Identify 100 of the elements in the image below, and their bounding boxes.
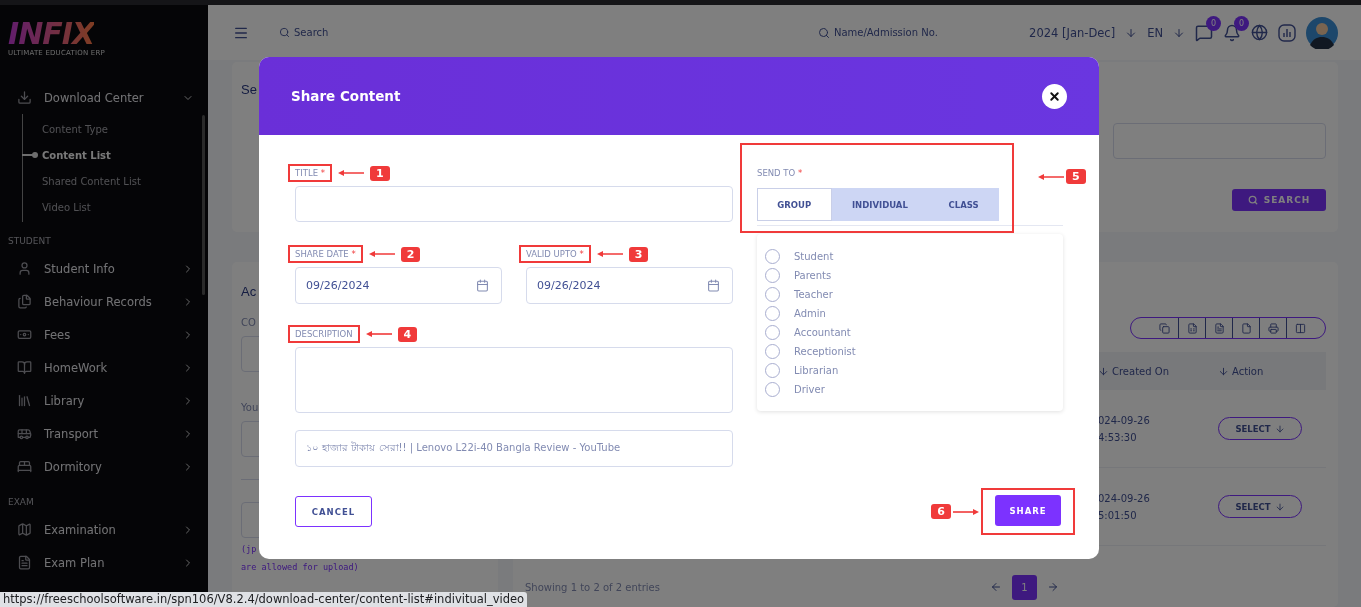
send-to-tab[interactable]: INDIVIDUAL [831,188,929,221]
files-icon [17,294,32,309]
close-icon [1048,89,1061,103]
role-label: Receptionist [794,345,856,357]
map-icon [17,522,32,537]
role-label: Student [794,250,834,262]
role-label: Parents [794,269,832,281]
step-badge: 1 [369,165,390,181]
nav-item[interactable]: Fees [0,318,208,351]
radio-button[interactable] [765,324,780,340]
pointer-arrow [365,330,392,338]
previous-icon[interactable] [989,581,1002,593]
step-badge: 4 [397,326,418,342]
submenu-item[interactable]: Shared Content List [23,168,208,194]
globe-icon[interactable] [1251,24,1268,41]
nav-item[interactable]: Transport [0,417,208,450]
search-field[interactable]: Search [294,27,329,38]
field-label: TITLE * [288,164,332,182]
nav-label: Transport [44,426,99,441]
avatar[interactable] [1306,16,1338,49]
nav-item[interactable]: Student Info [0,252,208,285]
search-icon [279,27,290,38]
file-icon[interactable] [1240,322,1252,334]
send-to-tab[interactable]: GROUP [757,188,832,221]
scrollbar[interactable] [202,115,205,295]
bell-icon[interactable] [1223,23,1241,42]
role-label: Teacher [794,288,833,300]
nav-item[interactable]: Examination [0,513,208,546]
card-title: Se [241,82,257,97]
url-input[interactable]: ১০ হাজার টাকায় সেরা!! | Lenovo L22i-40 Bangla Review - YouTube [295,430,733,467]
download-icon [17,90,32,105]
status-url: https://freeschoolsoftware.in/spn106/V8.2.4/download-center/content-list#indivitual_video [0,592,528,607]
banknote-icon [17,327,32,342]
sort-icon[interactable] [1098,365,1109,377]
date-input[interactable]: 09/26/2024 [526,267,733,304]
arrow-down-icon [1274,423,1285,434]
radio-button[interactable] [765,248,780,264]
send-to-tab[interactable]: CLASS [928,188,999,221]
nav-item[interactable]: Download Center [0,81,208,114]
submenu-item[interactable]: Content Type [23,116,208,142]
page-button[interactable]: 1 [1011,574,1037,600]
role-label: Driver [794,383,825,395]
close-button[interactable] [1042,83,1067,109]
document-icon[interactable] [1213,322,1225,334]
session-select[interactable]: 2024 [Jan-Dec] [1029,25,1116,40]
calendar-icon[interactable] [476,279,489,292]
radio-button[interactable] [765,267,780,283]
step-badge: 6 [931,504,951,519]
role-label: Admin [794,307,826,319]
language-select[interactable]: EN [1147,25,1163,40]
calendar-icon[interactable] [707,279,720,292]
pointer-arrow [337,169,364,177]
radio-button[interactable] [765,305,780,321]
nav-item[interactable]: Behaviour Records [0,285,208,318]
nav-label: Exam Plan [44,555,106,570]
submenu-item[interactable]: Video List [23,194,208,220]
message-icon[interactable] [1195,23,1213,42]
printer-icon[interactable] [1267,322,1279,334]
table-cell-text: 5:01:50 [1098,509,1138,521]
chart-icon[interactable] [1278,23,1296,42]
document-icon [17,555,32,570]
nav-item[interactable]: Exam Plan [0,546,208,579]
next-icon[interactable] [1046,581,1059,593]
copy-icon[interactable] [1159,322,1170,334]
nav-item[interactable]: Dormitory [0,450,208,483]
share-button[interactable]: SHARE [995,495,1061,526]
radio-button[interactable] [765,286,780,302]
column-header: Action [1232,365,1264,377]
step-badge: 5 [1066,169,1086,184]
table-cell-text: 024-09-26 [1098,492,1151,504]
arrow-down-icon [1274,501,1285,512]
student-search-field[interactable]: Name/Admission No. [834,27,938,38]
cancel-button[interactable]: CANCEL [295,496,372,527]
nav-label: Download Center [44,90,145,105]
date-input[interactable]: 09/26/2024 [295,267,502,304]
field-label: SHARE DATE * [288,245,363,263]
radio-button[interactable] [765,362,780,378]
radio-button[interactable] [765,381,780,397]
nav-item[interactable]: Library [0,384,208,417]
pointer-arrow [368,250,395,258]
search-icon [818,26,830,39]
upload-note: (jp [241,544,258,554]
nav-label: Behaviour Records [44,294,153,309]
search-button[interactable]: SEARCH [1232,189,1326,211]
nav-item[interactable]: HomeWork [0,351,208,384]
section-heading: STUDENT [7,235,52,248]
nav-label: Student Info [44,261,116,276]
spreadsheet-icon[interactable] [1186,322,1198,334]
count-badge: 0 [1206,15,1221,31]
nav-label: Library [44,393,86,408]
arrow-down-icon [1173,26,1185,39]
submenu-item[interactable]: Content List [23,142,208,168]
nav-label: Fees [44,327,72,342]
columns-icon[interactable] [1294,322,1306,334]
entries-summary: Showing 1 to 2 of 2 entries [525,581,660,593]
nav-label: Examination [44,522,117,537]
pointer-arrow [953,507,979,516]
radio-button[interactable] [765,343,780,359]
title-input[interactable] [295,186,733,222]
dialog-title: Share Content [291,88,401,104]
